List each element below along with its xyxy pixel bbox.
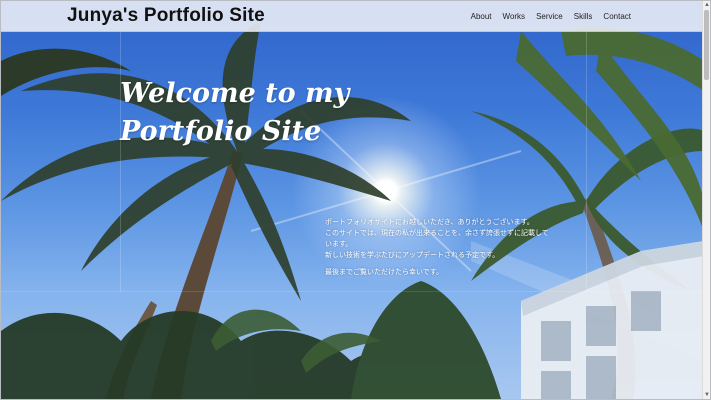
vertical-scrollbar[interactable]: ▲ ▼ xyxy=(702,1,710,399)
site-title-link[interactable]: Junya's Portfolio Site xyxy=(67,5,265,27)
nav-link-works[interactable]: Works xyxy=(503,12,526,21)
scroll-down-arrow-icon[interactable]: ▼ xyxy=(703,391,710,399)
palm-trees-image xyxy=(1,21,704,399)
browser-viewport: Junya's Portfolio Site About Works Servi… xyxy=(0,0,711,400)
hero-headline-line2: Portfolio Site xyxy=(120,116,322,147)
hero-headline: Welcome to my Portfolio Site xyxy=(120,75,360,151)
hero-background xyxy=(1,1,704,399)
nav-link-contact[interactable]: Contact xyxy=(603,12,631,21)
nav-link-skills[interactable]: Skills xyxy=(574,12,593,21)
hero-headline-line1: Welcome to my xyxy=(120,78,350,109)
intro-line: 最後までご覧いただけたら幸いです。 xyxy=(325,268,444,276)
scroll-up-arrow-icon[interactable]: ▲ xyxy=(703,1,710,9)
guide-line xyxy=(1,291,704,292)
intro-message: ポートフォリオサイトにお越しいただき、ありがとうございます。 このサイトでは、現… xyxy=(325,217,555,278)
intro-line: ポートフォリオサイトにお越しいただき、ありがとうございます。 xyxy=(325,218,534,226)
guide-line xyxy=(586,32,587,292)
intro-line: 新しい技術を学ぶたびにアップデートされる予定です。 xyxy=(325,251,500,259)
site-header: Junya's Portfolio Site About Works Servi… xyxy=(1,1,704,32)
scrollbar-thumb[interactable] xyxy=(704,10,709,80)
nav-link-service[interactable]: Service xyxy=(536,12,563,21)
intro-line: このサイトでは、現在の私が出来ることを、余さず誇張せずに記載しています。 xyxy=(325,229,549,248)
guide-line xyxy=(120,32,121,292)
nav-link-about[interactable]: About xyxy=(471,12,492,21)
main-nav: About Works Service Skills Contact xyxy=(471,12,631,21)
